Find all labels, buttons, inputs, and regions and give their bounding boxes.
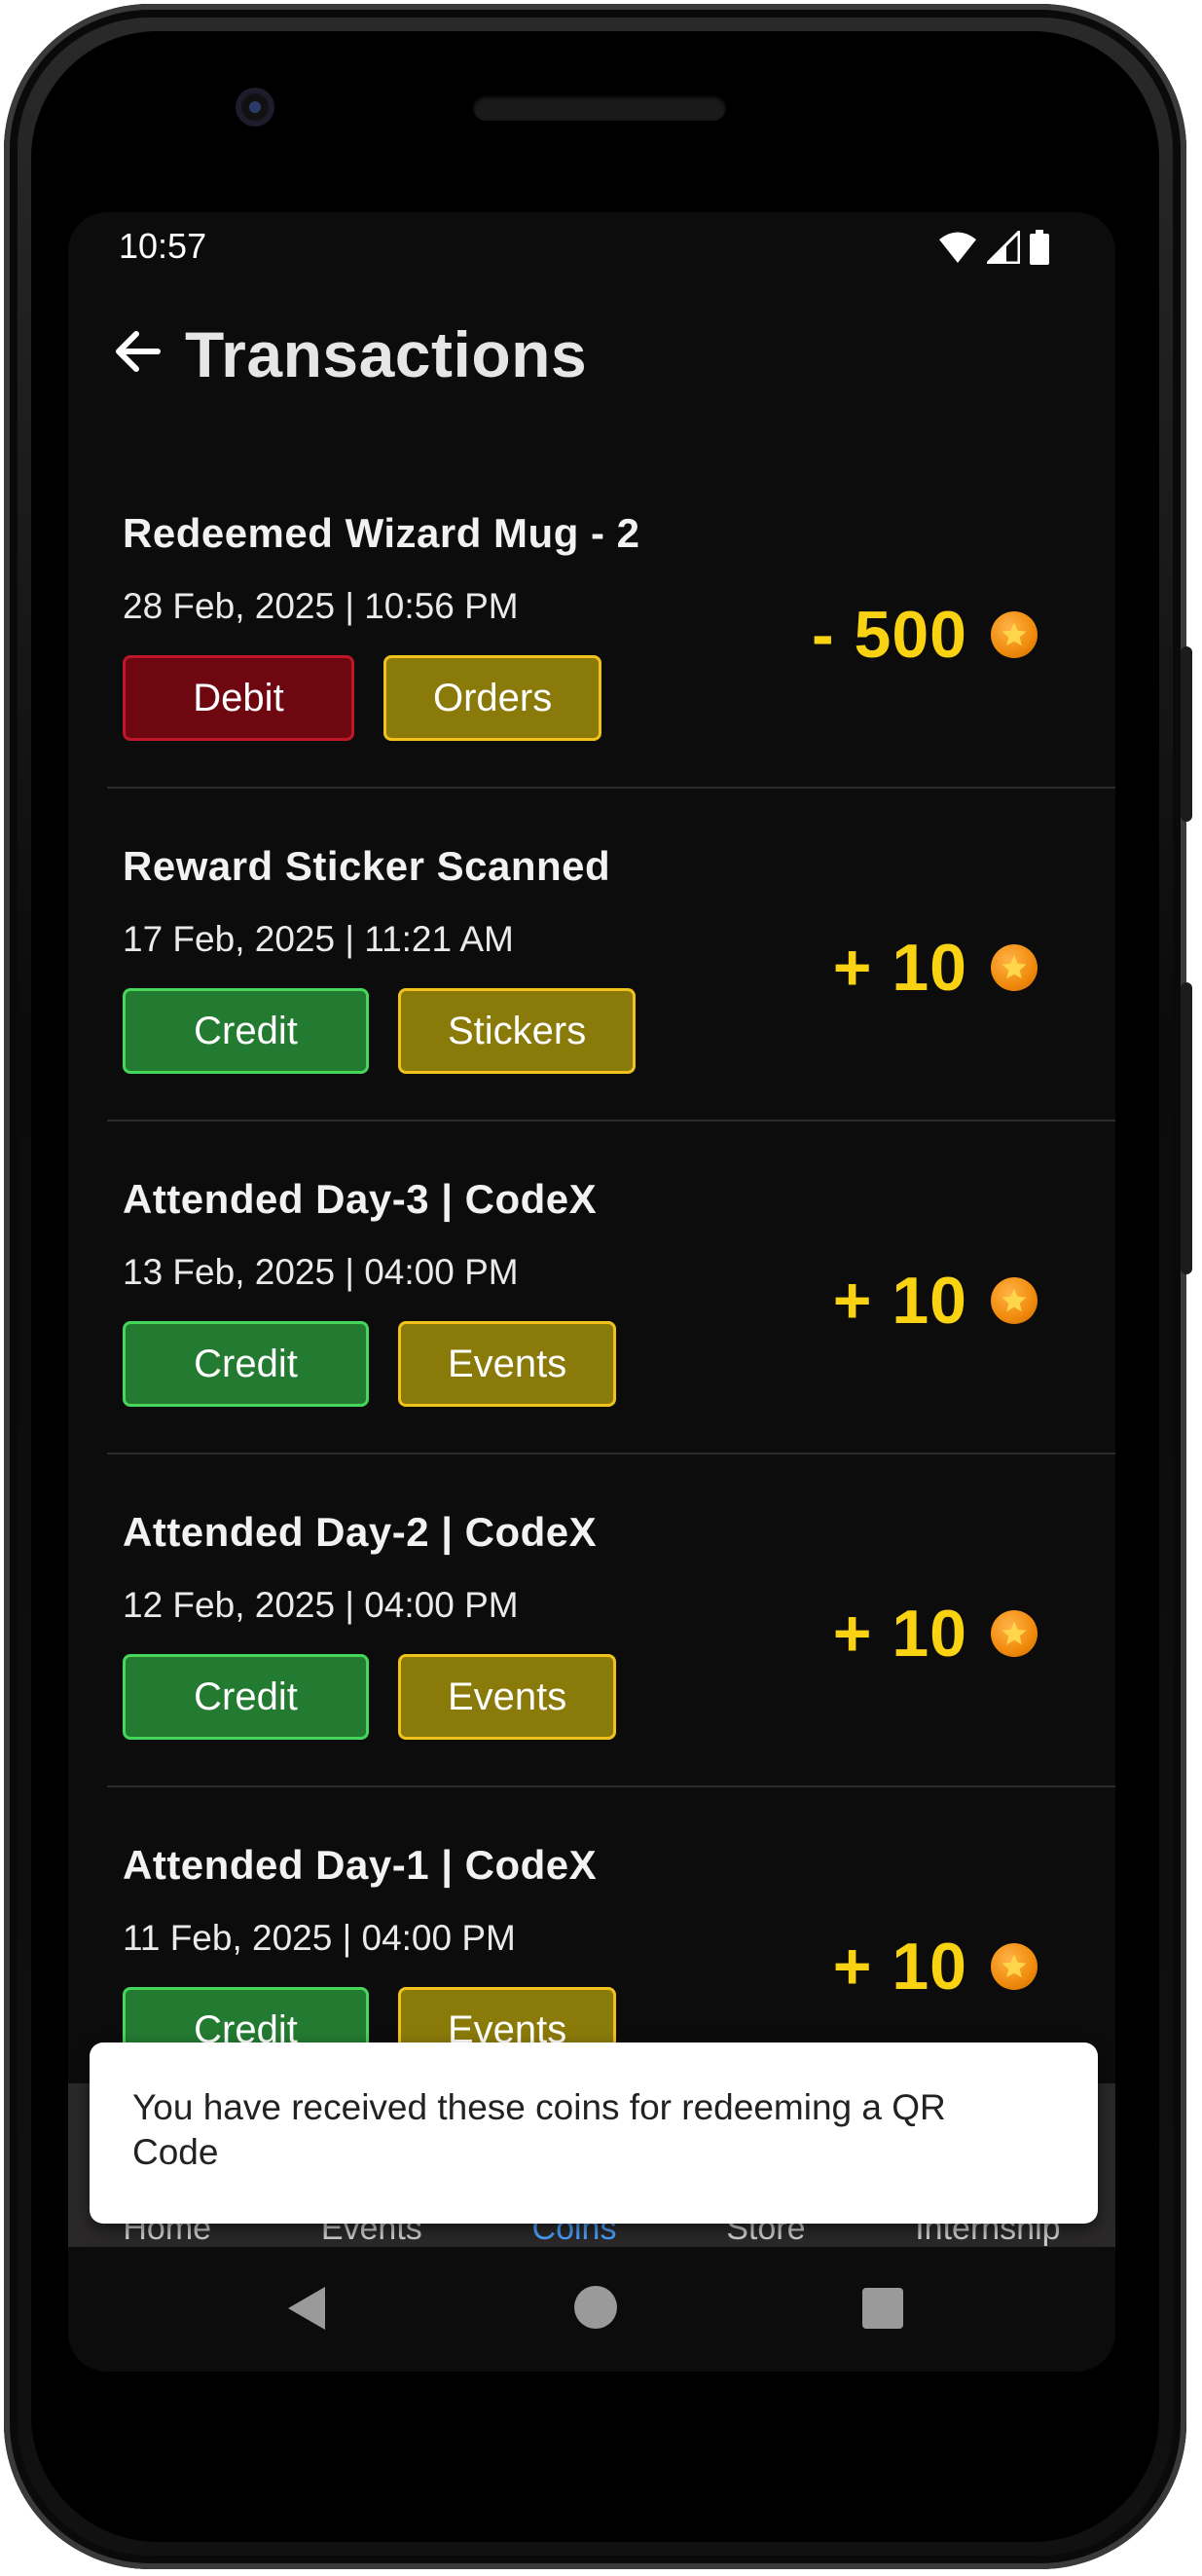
type-badge-credit: Credit [123,1321,369,1407]
amount-value: + 10 [832,931,967,1005]
app-screen: 10:57 Transactions Redeemed Wizard Mug -… [68,212,1115,2372]
status-icons [938,230,1049,265]
type-badge-debit: Debit [123,655,354,741]
battery-icon [1030,230,1049,265]
transaction-tags: Credit Stickers [123,988,637,1074]
arrow-left-icon[interactable] [103,317,171,386]
status-bar: 10:57 [68,212,1115,286]
transaction-row[interactable]: Reward Sticker Scanned 17 Feb, 2025 | 11… [68,789,1115,1122]
amount-value: + 10 [832,1930,967,2004]
transaction-title: Reward Sticker Scanned [123,843,611,889]
transaction-tags: Credit Events [123,1321,617,1407]
transaction-amount: + 10 [833,1929,1038,2005]
transaction-date: 28 Feb, 2025 | 10:56 PM [123,586,519,626]
transaction-amount: + 10 [833,930,1038,1006]
recents-square-icon[interactable] [860,2286,905,2331]
category-badge: Events [398,1654,617,1740]
amount-value: + 10 [832,1264,967,1338]
category-badge: Orders [383,655,602,741]
page-title: Transactions [185,318,588,390]
snackbar: You have received these coins for redeem… [90,2042,1098,2224]
transaction-row[interactable]: Attended Day-3 | CodeX 13 Feb, 2025 | 04… [68,1122,1115,1454]
app-bar: Transactions [68,286,1115,413]
amount-value: + 10 [832,1597,967,1671]
earpiece-speaker [473,95,726,121]
transaction-title: Attended Day-1 | CodeX [123,1842,598,1888]
transaction-amount: + 10 [833,1263,1038,1339]
star-coin-icon [991,611,1038,658]
snackbar-message: You have received these coins for redeem… [132,2087,946,2172]
amount-value: - 500 [812,598,967,672]
category-badge: Stickers [398,988,637,1074]
transaction-row[interactable]: Redeemed Wizard Mug - 2 28 Feb, 2025 | 1… [68,456,1115,789]
transaction-date: 11 Feb, 2025 | 04:00 PM [123,1918,516,1958]
transaction-date: 13 Feb, 2025 | 04:00 PM [123,1252,519,1292]
transaction-tags: Credit Events [123,1654,617,1740]
star-coin-icon [991,1943,1038,1990]
type-badge-credit: Credit [123,988,369,1074]
status-time: 10:57 [119,226,207,266]
type-badge-credit: Credit [123,1654,369,1740]
wifi-icon [939,232,976,263]
transaction-row[interactable]: Attended Day-2 | CodeX 12 Feb, 2025 | 04… [68,1454,1115,1787]
power-button [1181,982,1192,1274]
star-coin-icon [991,1610,1038,1657]
star-coin-icon [991,944,1038,991]
back-triangle-icon[interactable] [284,2284,329,2333]
star-coin-icon [991,1277,1038,1324]
transaction-title: Attended Day-2 | CodeX [123,1509,598,1555]
volume-button [1181,646,1192,822]
front-camera [236,88,274,127]
transaction-title: Redeemed Wizard Mug - 2 [123,510,640,556]
transaction-amount: + 10 [833,1596,1038,1672]
transaction-tags: Debit Orders [123,655,602,741]
transaction-list: Redeemed Wizard Mug - 2 28 Feb, 2025 | 1… [68,456,1115,2120]
home-circle-icon[interactable] [572,2284,619,2331]
system-navigation-bar [68,2247,1115,2372]
transaction-date: 17 Feb, 2025 | 11:21 AM [123,919,514,959]
category-badge: Events [398,1321,617,1407]
signal-icon [987,231,1020,264]
transaction-title: Attended Day-3 | CodeX [123,1176,598,1222]
transaction-date: 12 Feb, 2025 | 04:00 PM [123,1585,519,1625]
transaction-amount: - 500 [812,597,1038,673]
